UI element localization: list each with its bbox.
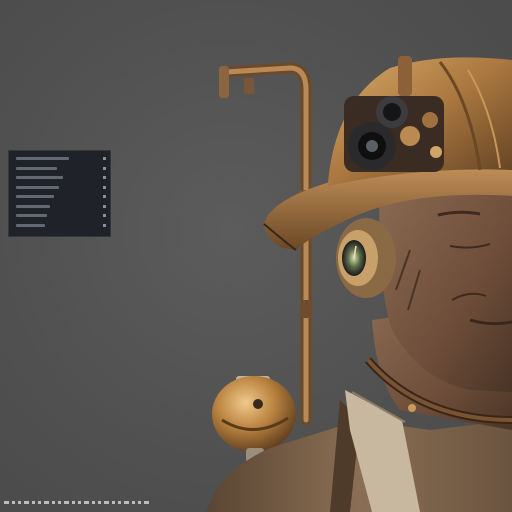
panel-row-toggle[interactable] — [103, 157, 106, 161]
status-glyph — [58, 500, 61, 504]
status-glyph — [104, 500, 109, 504]
ear-gauge — [336, 218, 396, 298]
status-glyph — [24, 500, 29, 504]
panel-row-text-bar — [16, 157, 69, 161]
status-glyph — [138, 500, 141, 504]
status-glyph — [64, 500, 69, 504]
panel-row-text-bar — [16, 204, 50, 208]
status-glyph — [52, 500, 55, 504]
panel-row-text-bar — [16, 176, 63, 180]
panel-row[interactable] — [13, 183, 106, 193]
panel-row[interactable] — [13, 211, 106, 221]
panel-row-text-bar — [16, 214, 47, 218]
status-glyph — [32, 500, 35, 504]
panel-row-text-bar — [16, 223, 45, 227]
panel-row-toggle[interactable] — [103, 176, 106, 180]
panel-row[interactable] — [13, 173, 106, 183]
panel-row[interactable] — [13, 164, 106, 174]
render-viewport[interactable] — [0, 0, 512, 512]
panel-row-toggle[interactable] — [103, 185, 106, 189]
status-glyph — [118, 500, 121, 504]
properties-panel[interactable] — [8, 150, 111, 237]
panel-row-text-bar — [16, 166, 57, 170]
status-glyph — [112, 500, 115, 504]
status-glyph — [92, 500, 95, 504]
status-glyph — [4, 500, 9, 504]
steampunk-firefighter-render — [206, 56, 512, 512]
status-glyph — [98, 500, 101, 504]
panel-row-text-bar — [16, 195, 54, 199]
panel-row-toggle[interactable] — [103, 214, 106, 218]
status-glyph — [72, 500, 75, 504]
status-glyph — [84, 500, 89, 504]
status-glyph — [38, 500, 41, 504]
status-glyph — [18, 500, 21, 504]
panel-row-toggle[interactable] — [103, 195, 106, 199]
panel-row-text-bar — [16, 185, 59, 189]
status-glyph — [132, 500, 135, 504]
status-bar — [0, 492, 512, 512]
panel-row-toggle[interactable] — [103, 204, 106, 208]
status-glyph — [124, 500, 129, 504]
panel-row[interactable] — [13, 192, 106, 202]
panel-row-toggle[interactable] — [103, 223, 106, 227]
panel-row[interactable] — [13, 202, 106, 212]
panel-row[interactable] — [13, 154, 106, 164]
status-glyph — [144, 500, 149, 504]
panel-row-toggle[interactable] — [103, 166, 106, 170]
panel-row[interactable] — [13, 221, 106, 231]
status-glyph — [44, 500, 49, 504]
panel-rows — [13, 154, 106, 230]
status-glyph — [12, 500, 15, 504]
status-glyph — [78, 500, 81, 504]
